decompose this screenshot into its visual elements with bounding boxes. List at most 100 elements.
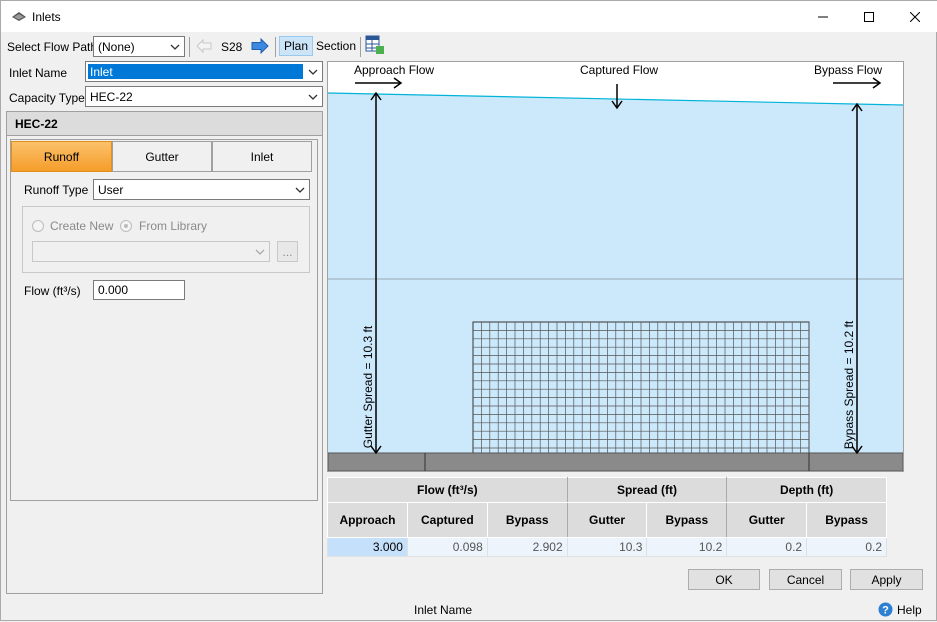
- chevron-down-icon: [308, 94, 318, 100]
- toolbar-separator: [360, 37, 361, 57]
- next-node-button[interactable]: [250, 37, 270, 55]
- status-text: Inlet Name: [414, 603, 473, 617]
- tab-gutter[interactable]: Gutter: [112, 141, 212, 172]
- results-table: Flow (ft³/s) Spread (ft) Depth (ft) Appr…: [327, 477, 887, 557]
- previous-node-button[interactable]: [195, 38, 213, 54]
- toolbar-separator: [275, 37, 276, 57]
- curb: [328, 452, 903, 471]
- value-approach[interactable]: 3.000: [327, 537, 408, 557]
- export-button[interactable]: [365, 35, 385, 55]
- minimize-icon: [818, 16, 828, 17]
- chevron-down-icon: [295, 187, 305, 193]
- approach-flow-label: Approach Flow: [354, 63, 435, 77]
- tab-runoff-label: Runoff: [43, 149, 80, 164]
- ok-button[interactable]: OK: [688, 569, 760, 590]
- inlet-app-icon: [12, 12, 26, 21]
- value-bypass-flow: 2.902: [486, 537, 568, 557]
- inlet-name-value: Inlet: [90, 65, 113, 79]
- from-library-radio[interactable]: [120, 220, 132, 232]
- gutter-spread-label: Gutter Spread = 10.3 ft: [361, 325, 375, 449]
- inlets-window: Inlets Select Flow Path (None) S28 Plan …: [0, 0, 937, 621]
- results-group-row: Flow (ft³/s) Spread (ft) Depth (ft): [327, 477, 887, 503]
- inlet-grate: [472, 321, 810, 454]
- captured-flow-label: Captured Flow: [580, 63, 659, 77]
- svg-text:?: ?: [882, 605, 889, 617]
- title-bar: Inlets: [1, 1, 937, 32]
- value-gutter-spread: 10.3: [566, 537, 648, 557]
- plan-view-diagram: Approach Flow Captured Flow Bypass Flow …: [327, 61, 904, 472]
- help-icon: ?: [878, 602, 893, 617]
- plan-view-canvas: [328, 77, 903, 471]
- results-column-row: Approach Captured Bypass Gutter Bypass G…: [327, 502, 887, 538]
- window-title: Inlets: [32, 10, 61, 24]
- bypass-flow-label: Bypass Flow: [814, 63, 883, 77]
- col-captured: Captured: [406, 502, 488, 538]
- close-button[interactable]: [892, 1, 937, 32]
- flow-value: 0.000: [98, 283, 129, 297]
- flow-path-value: (None): [98, 40, 135, 54]
- plan-label: Plan: [284, 39, 309, 53]
- browse-library-button[interactable]: ...: [277, 241, 298, 262]
- apply-button[interactable]: Apply: [850, 569, 923, 590]
- col-approach: Approach: [327, 502, 408, 538]
- tab-runoff[interactable]: Runoff: [11, 141, 112, 172]
- close-icon: [910, 11, 920, 22]
- capacity-type-value: HEC-22: [90, 90, 133, 104]
- from-library-label: From Library: [139, 219, 208, 233]
- plan-view-button[interactable]: Plan: [279, 36, 314, 56]
- runoff-type-value: User: [98, 183, 124, 197]
- inlet-name-label: Inlet Name: [9, 66, 68, 80]
- cancel-button[interactable]: Cancel: [769, 569, 842, 590]
- export-table-icon: [365, 35, 384, 54]
- bypass-arrow-icon: [833, 77, 882, 89]
- create-new-radio[interactable]: [32, 220, 44, 232]
- selection-highlight: [88, 64, 303, 79]
- tab-gutter-label: Gutter: [145, 149, 179, 164]
- toolbar-separator: [189, 37, 190, 57]
- bypass-spread-label: Bypass Spread = 10.2 ft: [842, 320, 856, 450]
- value-captured: 0.098: [406, 537, 488, 557]
- col-bypass-flow: Bypass: [486, 502, 568, 538]
- col-gutter-depth: Gutter: [726, 502, 808, 538]
- flow-path-select[interactable]: (None): [93, 36, 185, 57]
- maximize-icon: [864, 11, 874, 22]
- value-bypass-depth: 0.2: [806, 537, 887, 557]
- capacity-type-select[interactable]: HEC-22: [85, 86, 323, 107]
- group-title: HEC-22: [15, 117, 58, 131]
- inlet-name-select[interactable]: Inlet: [85, 61, 323, 82]
- tab-inlet[interactable]: Inlet: [212, 141, 312, 172]
- section-label: Section: [316, 39, 357, 53]
- runoff-type-label: Runoff Type: [24, 183, 89, 197]
- current-node-label: S28: [221, 40, 243, 54]
- apply-label: Apply: [871, 572, 902, 587]
- source-group: [22, 206, 310, 273]
- tab-strip: Runoff Gutter Inlet: [11, 141, 312, 172]
- library-select[interactable]: [32, 241, 270, 262]
- chevron-down-icon: [308, 69, 318, 75]
- depth-group-header: Depth (ft): [726, 477, 887, 503]
- col-bypass-spread: Bypass: [646, 502, 728, 538]
- spread-group-header: Spread (ft): [566, 477, 728, 503]
- arrow-left-icon: [196, 38, 212, 54]
- flow-label: Flow (ft³/s): [24, 284, 81, 298]
- arrow-right-icon: [251, 37, 269, 55]
- flow-input[interactable]: 0.000: [93, 280, 185, 300]
- flow-group-header: Flow (ft³/s): [327, 477, 568, 503]
- help-button[interactable]: ? Help: [878, 601, 923, 619]
- results-value-row: 3.000 0.098 2.902 10.3 10.2 0.2 0.2: [327, 537, 887, 557]
- capacity-type-label: Capacity Type: [9, 91, 85, 105]
- value-gutter-depth: 0.2: [726, 537, 808, 557]
- chevron-down-icon: [170, 44, 180, 50]
- runoff-type-select[interactable]: User: [93, 179, 310, 200]
- col-bypass-depth: Bypass: [806, 502, 887, 538]
- chevron-down-icon: [255, 249, 265, 255]
- group-header: HEC-22: [7, 112, 322, 136]
- maximize-button[interactable]: [846, 1, 892, 32]
- minimize-button[interactable]: [800, 1, 846, 32]
- section-view-button[interactable]: Section: [312, 36, 360, 56]
- create-new-label: Create New: [50, 219, 114, 233]
- flow-path-label: Select Flow Path: [7, 40, 98, 54]
- col-gutter-spread: Gutter: [566, 502, 648, 538]
- value-bypass-spread: 10.2: [646, 537, 728, 557]
- browse-label: ...: [282, 244, 293, 259]
